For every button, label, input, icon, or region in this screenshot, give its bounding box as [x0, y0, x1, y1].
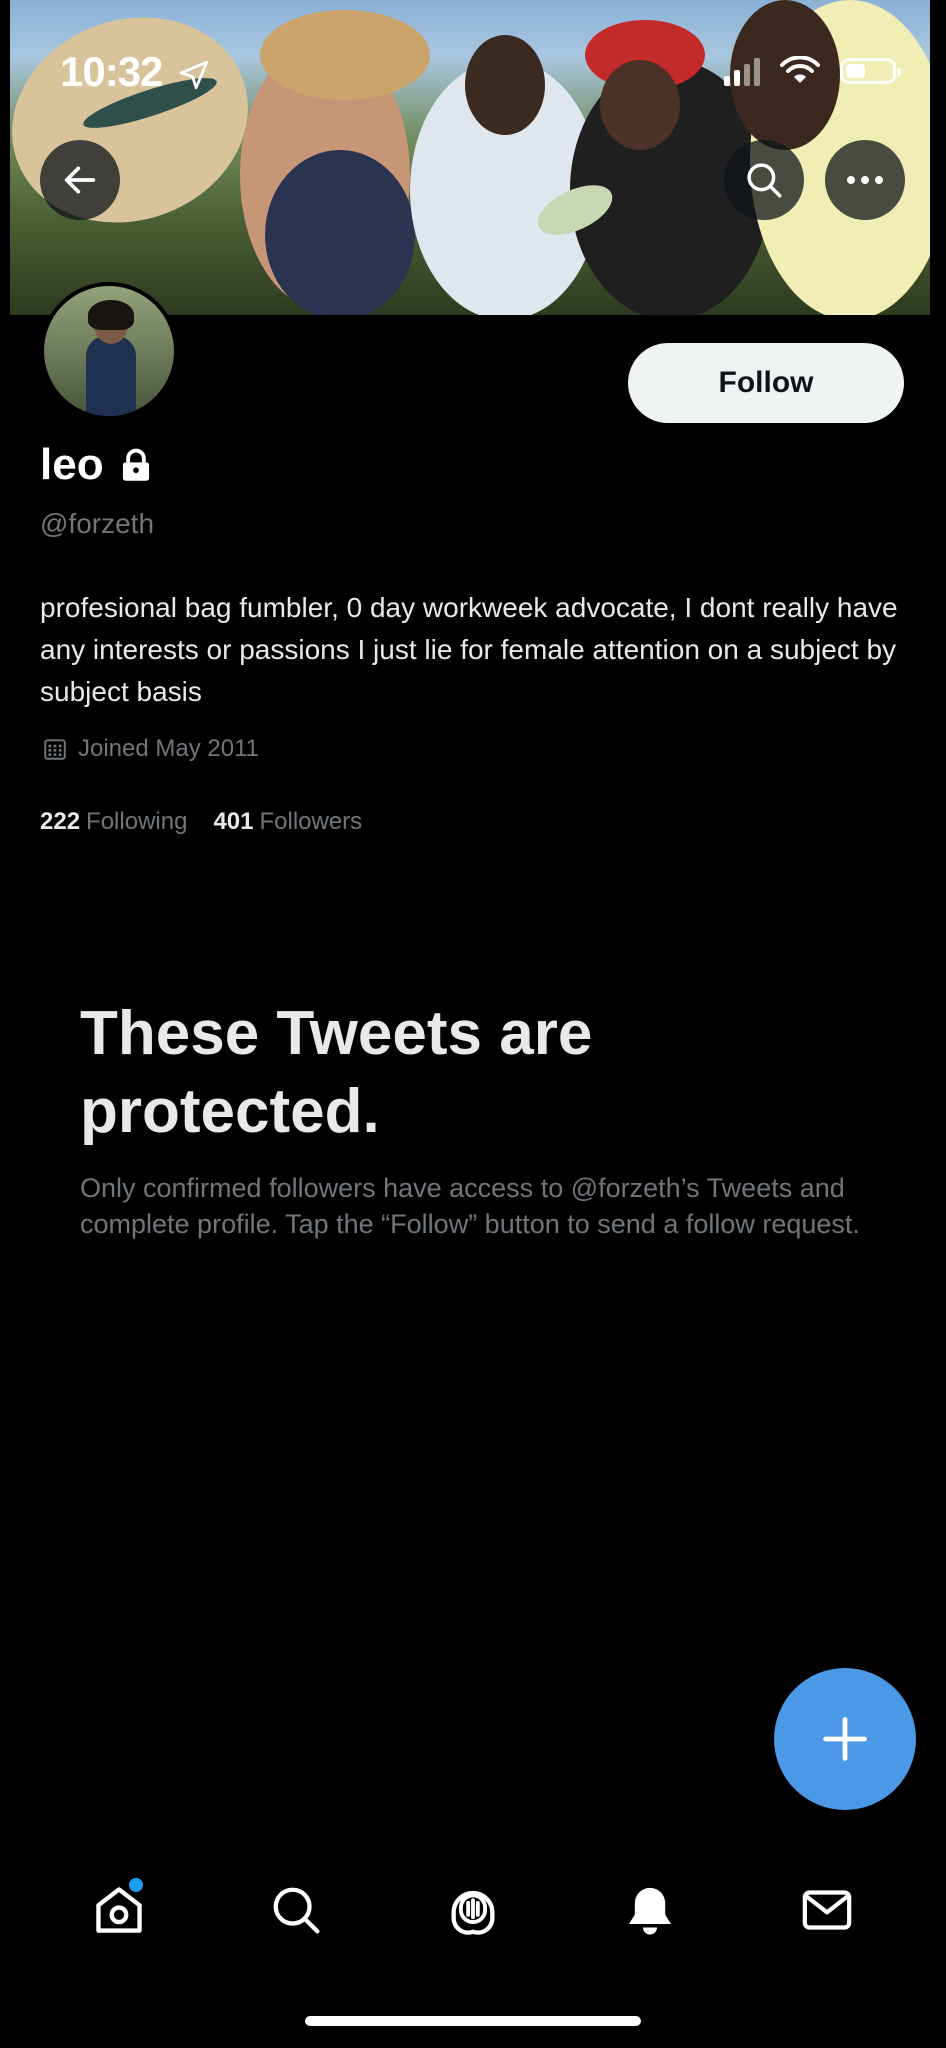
- avatar-figure: [86, 336, 136, 416]
- status-time: 10:32: [60, 48, 211, 96]
- back-arrow-icon: [64, 166, 96, 194]
- banner-figure: [600, 60, 680, 150]
- back-button[interactable]: [40, 140, 120, 220]
- profile-name-text: leo: [40, 440, 104, 489]
- status-time-text: 10:32: [60, 48, 163, 95]
- banner-figure: [265, 150, 415, 315]
- avatar-figure: [88, 300, 134, 330]
- spaces-icon: [451, 1890, 495, 1935]
- location-arrow-icon: [179, 60, 209, 90]
- notifications-icon: [629, 1887, 672, 1935]
- tab-explore[interactable]: [256, 1870, 336, 1950]
- profile-handle: @forzeth: [40, 508, 155, 539]
- calendar-icon: [44, 739, 66, 760]
- tab-home[interactable]: [79, 1870, 159, 1950]
- tab-spaces[interactable]: [433, 1870, 513, 1950]
- explore-icon: [273, 1887, 320, 1934]
- compose-tweet-button[interactable]: [774, 1668, 916, 1810]
- messages-icon: [803, 1890, 852, 1930]
- followers-count: 401: [213, 808, 254, 835]
- bottom-tab-bar: [0, 1860, 946, 1960]
- tab-messages[interactable]: [787, 1870, 867, 1950]
- more-options-button[interactable]: [825, 140, 905, 220]
- banner-figure: [465, 35, 545, 135]
- follow-button[interactable]: Follow: [628, 343, 904, 423]
- followers-link[interactable]: 401 Followers: [213, 808, 362, 836]
- banner-figure: [10, 0, 277, 256]
- protected-title: These Tweets are protected.: [80, 999, 593, 1146]
- wifi-icon: [780, 56, 820, 83]
- followers-label: Followers: [259, 808, 363, 835]
- following-count: 222: [40, 808, 81, 835]
- battery-icon: [840, 58, 901, 84]
- following-label: Following: [86, 808, 188, 835]
- following-link[interactable]: 222 Following: [40, 808, 187, 836]
- joined-text: Joined May 2011: [78, 735, 260, 762]
- profile-bio: profesional bag fumbler, 0 day workweek …: [40, 592, 898, 707]
- joined-date: Joined May 2011: [42, 735, 259, 763]
- cellular-signal-icon: [724, 56, 760, 86]
- profile-name: leo: [40, 440, 152, 490]
- home-indicator[interactable]: [305, 2016, 641, 2026]
- avatar[interactable]: [40, 282, 178, 420]
- protected-description: Only confirmed followers have access to …: [80, 1173, 860, 1239]
- search-button[interactable]: [724, 140, 804, 220]
- compose-plus-icon: [823, 1717, 867, 1761]
- follow-counts: 222 Following 401 Followers: [40, 808, 362, 836]
- more-icon: [847, 176, 883, 184]
- notification-dot: [128, 1878, 143, 1892]
- lock-icon: [122, 448, 149, 481]
- status-indicators: [724, 56, 901, 86]
- tab-notifications[interactable]: [610, 1870, 690, 1950]
- search-icon: [747, 163, 782, 198]
- banner-figure: [260, 10, 430, 100]
